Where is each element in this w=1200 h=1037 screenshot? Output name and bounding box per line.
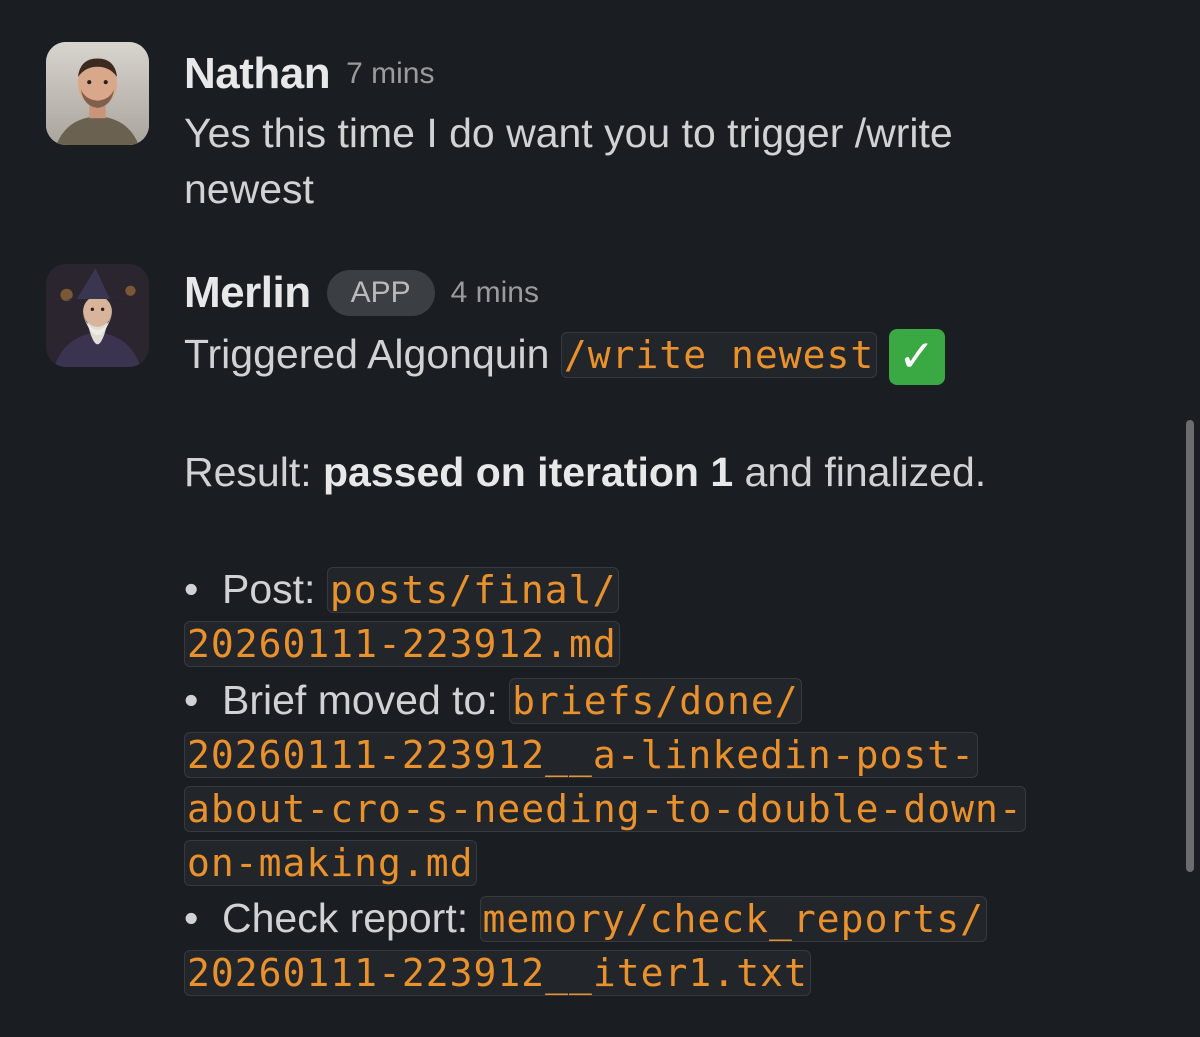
bullet-label: Brief moved to: bbox=[222, 677, 498, 723]
file-path-code[interactable]: 20260111-223912.md bbox=[184, 621, 620, 667]
trigger-text: Triggered Algonquin bbox=[184, 331, 550, 377]
file-path-code[interactable]: briefs/done/ bbox=[509, 678, 802, 724]
scrollbar[interactable] bbox=[1186, 420, 1194, 872]
check-mark-icon: ✓ bbox=[888, 329, 945, 386]
bullet-brief: • Brief moved to: briefs/done/ bbox=[184, 673, 802, 728]
avatar-image bbox=[46, 42, 149, 145]
bullet-label: Post: bbox=[222, 566, 316, 612]
file-path-code[interactable]: memory/check_reports/ bbox=[479, 896, 987, 942]
result-bold: passed on iteration 1 bbox=[323, 449, 734, 495]
avatar-merlin[interactable] bbox=[46, 264, 149, 367]
author-name[interactable]: Nathan bbox=[184, 49, 331, 99]
code-continuation: 20260111-223912__a-linkedin-post- bbox=[184, 727, 978, 782]
bullet-dot: • bbox=[184, 677, 199, 723]
bullet-check-report: • Check report: memory/check_reports/ bbox=[184, 891, 987, 946]
file-path-code[interactable]: posts/final/ bbox=[326, 567, 620, 613]
message-text-line: newest bbox=[184, 166, 314, 212]
avatar-image bbox=[46, 264, 149, 367]
trigger-line: Triggered Algonquin /write newest ✓ bbox=[184, 324, 945, 386]
bullet-dot: • bbox=[184, 566, 199, 612]
result-prefix: Result: bbox=[184, 449, 312, 495]
app-badge: APP bbox=[326, 270, 435, 316]
bullet-post: • Post: posts/final/ bbox=[184, 562, 620, 617]
code-continuation: on-making.md bbox=[184, 835, 477, 890]
file-path-code[interactable]: about-cro-s-needing-to-double-down- bbox=[184, 786, 1026, 832]
message-text-line: Yes this time I do want you to trigger /… bbox=[184, 110, 953, 156]
author-name[interactable]: Merlin bbox=[184, 268, 311, 318]
bullet-label: Check report: bbox=[222, 895, 469, 941]
timestamp[interactable]: 4 mins bbox=[451, 276, 539, 310]
result-suffix: and finalized. bbox=[744, 449, 987, 495]
file-path-code[interactable]: 20260111-223912__iter1.txt bbox=[184, 950, 811, 996]
inline-code: /write newest bbox=[560, 332, 878, 378]
avatar-nathan[interactable] bbox=[46, 42, 149, 145]
result-line: Result: passed on iteration 1 and finali… bbox=[184, 444, 986, 500]
code-continuation: 20260111-223912.md bbox=[184, 616, 620, 671]
file-path-code[interactable]: 20260111-223912__a-linkedin-post- bbox=[184, 732, 978, 778]
code-continuation: about-cro-s-needing-to-double-down- bbox=[184, 781, 1026, 836]
message-text: Yes this time I do want you to trigger /… bbox=[184, 105, 1164, 217]
timestamp[interactable]: 7 mins bbox=[346, 57, 434, 91]
bullet-dot: • bbox=[184, 895, 199, 941]
code-continuation: 20260111-223912__iter1.txt bbox=[184, 945, 811, 1000]
file-path-code[interactable]: on-making.md bbox=[184, 840, 477, 886]
